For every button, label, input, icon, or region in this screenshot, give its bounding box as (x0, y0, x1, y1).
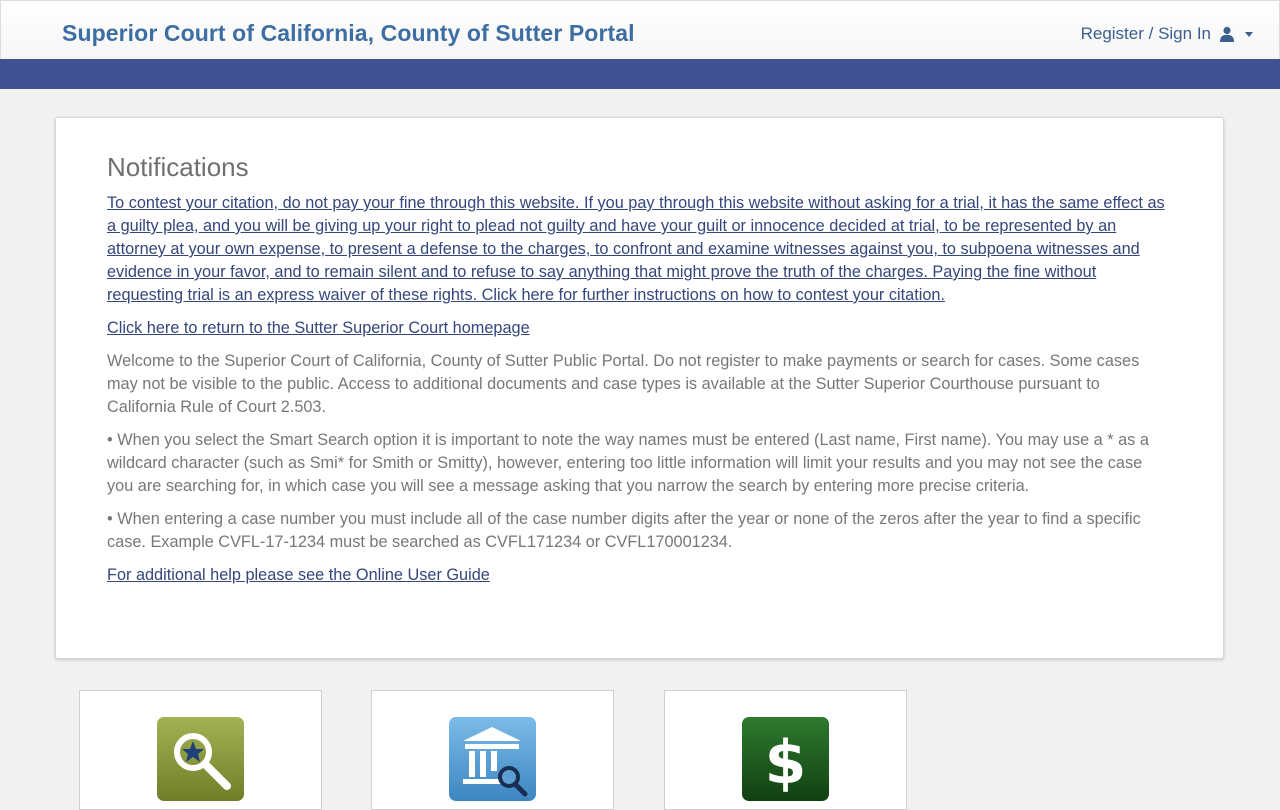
payment-tile[interactable]: $ (664, 690, 907, 810)
welcome-text: Welcome to the Superior Court of Califor… (107, 352, 1140, 416)
smart-search-icon[interactable] (157, 717, 244, 801)
svg-text:$: $ (765, 728, 807, 798)
notifications-card: Notifications To contest your citation, … (55, 117, 1224, 659)
signin-label[interactable]: Register / Sign In (1081, 24, 1211, 44)
homepage-link[interactable]: Click here to return to the Sutter Super… (107, 317, 1169, 340)
notifications-heading: Notifications (107, 152, 249, 182)
court-search-icon[interactable] (449, 717, 536, 801)
register-signin-menu[interactable]: Register / Sign In (1081, 24, 1253, 44)
smart-search-note: • When you select the Smart Search optio… (107, 431, 1149, 495)
nav-bar (0, 59, 1280, 89)
court-search-tile[interactable] (371, 690, 614, 810)
payment-dollar-icon[interactable]: $ (742, 717, 829, 801)
caret-down-icon[interactable] (1245, 31, 1253, 37)
portal-title[interactable]: Superior Court of California, County of … (62, 20, 635, 47)
smart-search-tile[interactable] (79, 690, 322, 810)
top-header: Superior Court of California, County of … (0, 0, 1280, 60)
user-icon[interactable] (1219, 26, 1235, 42)
case-number-note: • When entering a case number you must i… (107, 510, 1141, 551)
contest-citation-link[interactable]: To contest your citation, do not pay you… (107, 192, 1169, 307)
user-guide-link[interactable]: For additional help please see the Onlin… (107, 564, 1169, 587)
